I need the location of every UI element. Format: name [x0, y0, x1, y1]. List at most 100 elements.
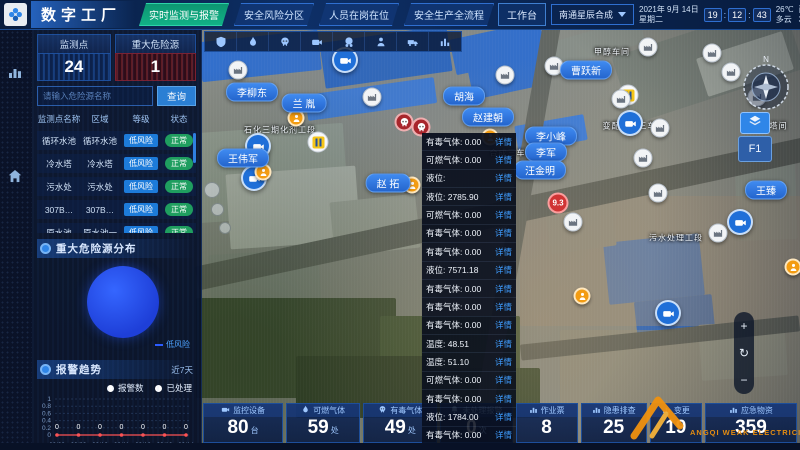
- building-marker[interactable]: [612, 90, 631, 109]
- detail-link[interactable]: 详情: [495, 227, 512, 239]
- building-marker[interactable]: [651, 119, 670, 138]
- workbench-button[interactable]: 工作台: [498, 3, 546, 26]
- trend-range-label[interactable]: 近7天: [171, 364, 193, 376]
- person-name-label[interactable]: 汪金明: [514, 161, 566, 180]
- metric-应急物资[interactable]: 应急物资359: [705, 403, 797, 443]
- skull-icon[interactable]: [269, 32, 301, 51]
- detail-link[interactable]: 详情: [495, 154, 512, 166]
- building-marker[interactable]: [363, 88, 382, 107]
- building-marker[interactable]: [722, 63, 741, 82]
- detail-link[interactable]: 详情: [495, 246, 512, 258]
- detail-link[interactable]: 详情: [495, 429, 512, 441]
- sensor-reading-row: 可燃气体: 0.00详情: [422, 372, 516, 390]
- app-logo[interactable]: [4, 3, 27, 26]
- metric-变更[interactable]: 变更19: [650, 403, 702, 443]
- camera-marker[interactable]: [727, 209, 753, 235]
- person-marker[interactable]: [574, 288, 591, 305]
- building-marker[interactable]: [634, 149, 653, 168]
- detail-link[interactable]: 详情: [495, 136, 512, 148]
- home-nav-icon[interactable]: [7, 168, 23, 189]
- legend-item-alarms[interactable]: 报警数: [107, 382, 144, 394]
- header-tab[interactable]: 实时监测与报警: [139, 3, 229, 26]
- skull-marker[interactable]: [395, 113, 414, 132]
- building-marker[interactable]: [649, 184, 668, 203]
- table-row[interactable]: 冷水塔冷水塔低风险正常: [37, 154, 196, 173]
- svg-text:0.2: 0.2: [42, 425, 51, 432]
- person-name-label[interactable]: 曹跃新: [560, 61, 612, 80]
- zoom-in-button[interactable]: +: [740, 320, 747, 332]
- legend-label: 报警数: [118, 382, 144, 394]
- svg-text:0: 0: [184, 424, 188, 431]
- table-row[interactable]: 原水池原水池一低风险正常: [37, 223, 196, 233]
- person-name-label[interactable]: 赵 拓: [366, 174, 411, 193]
- building-marker[interactable]: [564, 213, 583, 232]
- person-icon[interactable]: [365, 32, 397, 51]
- skull-icon: [378, 405, 387, 416]
- mask-icon[interactable]: [333, 32, 365, 51]
- metric-作业票[interactable]: 作业票8: [516, 403, 578, 443]
- table-scrollbar[interactable]: [193, 133, 196, 163]
- columns-icon[interactable]: [429, 32, 461, 51]
- search-button[interactable]: 查询: [157, 86, 196, 106]
- reset-rotate-button[interactable]: ↻: [739, 347, 749, 359]
- hydrant-glyph: [312, 136, 324, 148]
- person-name-label[interactable]: 王伟军: [217, 149, 269, 168]
- person-name-label[interactable]: 李柳东: [226, 83, 278, 102]
- h-marker[interactable]: [308, 132, 329, 153]
- building-marker[interactable]: [496, 66, 515, 85]
- person-name-label[interactable]: 兰 胤: [282, 94, 327, 113]
- weather-text: 多云: [776, 15, 794, 25]
- compass-icon[interactable]: N: [739, 54, 793, 117]
- pie-slice-low-risk[interactable]: [87, 266, 159, 338]
- detail-link[interactable]: 详情: [495, 209, 512, 221]
- stat-value: 1: [115, 53, 196, 81]
- table-row[interactable]: 循环水池循环水池低风险正常: [37, 131, 196, 150]
- header-tab[interactable]: 人员在岗在位: [319, 3, 399, 26]
- chart-nav-icon[interactable]: [7, 64, 23, 85]
- detail-link[interactable]: 详情: [495, 356, 512, 368]
- shield-icon[interactable]: [205, 32, 237, 51]
- header-tab[interactable]: 安全风险分区: [234, 3, 314, 26]
- detail-link[interactable]: 详情: [495, 319, 512, 331]
- detail-link[interactable]: 详情: [495, 374, 512, 386]
- building-marker[interactable]: [229, 61, 248, 80]
- metric-隐患排查[interactable]: 隐患排查25: [581, 403, 647, 443]
- detail-link[interactable]: 详情: [495, 301, 512, 313]
- camera-marker[interactable]: [617, 110, 643, 136]
- hazard-search-input[interactable]: [37, 86, 153, 106]
- table-row[interactable]: 污水处污水处低风险正常: [37, 177, 196, 196]
- header-tab[interactable]: 安全生产全流程: [404, 3, 494, 26]
- person-name-label[interactable]: 李军: [525, 143, 567, 162]
- detail-link[interactable]: 详情: [495, 191, 512, 203]
- detail-link[interactable]: 详情: [495, 393, 512, 405]
- table-row[interactable]: 307B…307B…低风险正常: [37, 200, 196, 219]
- person-name-label[interactable]: 胡海: [443, 87, 485, 106]
- metric-可燃气体[interactable]: 可燃气体59处: [286, 403, 360, 443]
- detail-link[interactable]: 详情: [495, 264, 512, 276]
- company-name: 南通星辰合成: [559, 8, 613, 21]
- zoom-out-button[interactable]: −: [740, 374, 747, 386]
- building-marker[interactable]: [703, 44, 722, 63]
- pie-legend: 低风险: [155, 339, 190, 350]
- flame-icon[interactable]: [237, 32, 269, 51]
- person-marker[interactable]: [785, 259, 800, 276]
- alarm-value-badge[interactable]: 9.3: [548, 193, 569, 214]
- detail-link[interactable]: 详情: [495, 283, 512, 295]
- building-marker[interactable]: [709, 224, 728, 243]
- person-name-label[interactable]: 王臻: [745, 181, 787, 200]
- stat-label: 监测点: [37, 34, 111, 53]
- detail-link[interactable]: 详情: [495, 338, 512, 350]
- layers-button[interactable]: [740, 112, 770, 134]
- camera-marker[interactable]: [655, 300, 681, 326]
- building-marker[interactable]: [639, 38, 658, 57]
- detail-link[interactable]: 详情: [495, 172, 512, 184]
- digital-factory-dashboard: 9.3 石化三期化剂工段合成三车间变配电所三车间水塔间甲醇车间污水处理工段李柳东…: [0, 0, 800, 450]
- truck-icon[interactable]: [397, 32, 429, 51]
- legend-item-handled[interactable]: 已处理: [155, 382, 192, 394]
- floor-f1-button[interactable]: F1: [738, 136, 772, 162]
- person-name-label[interactable]: 赵建朝: [462, 108, 514, 127]
- metric-监控设备[interactable]: 监控设备80台: [203, 403, 283, 443]
- detail-link[interactable]: 详情: [495, 411, 512, 423]
- camera-icon[interactable]: [301, 32, 333, 51]
- company-dropdown[interactable]: 南通星辰合成: [551, 4, 634, 25]
